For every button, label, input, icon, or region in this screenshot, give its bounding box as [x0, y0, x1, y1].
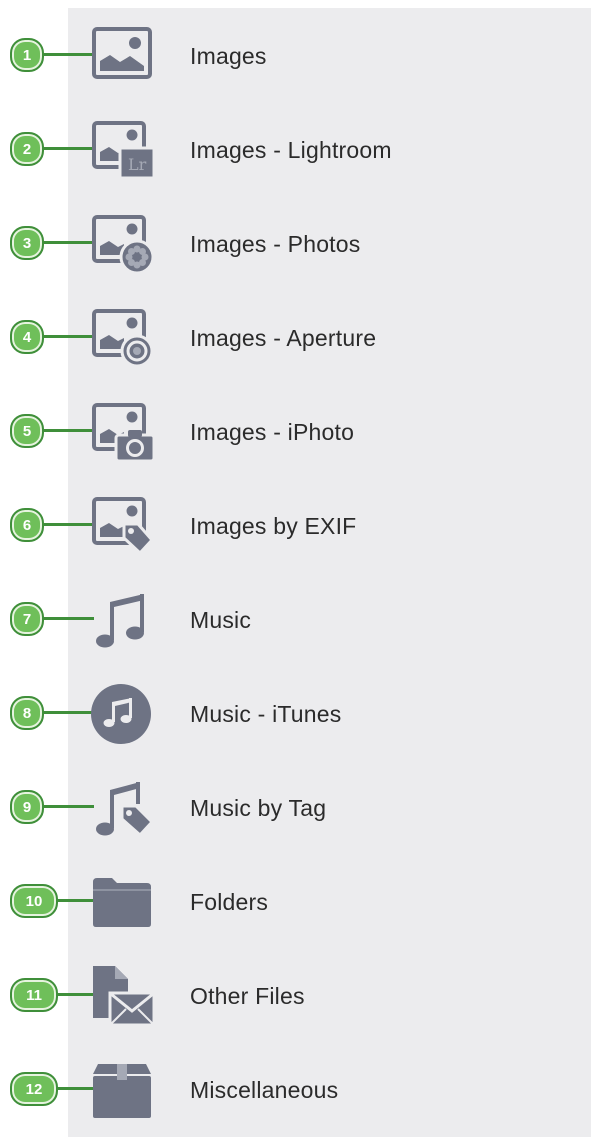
callout-leader: [42, 523, 94, 526]
callout-badge: 12: [10, 1072, 58, 1106]
callout-leader: [42, 241, 94, 244]
category-item-images-photos[interactable]: 3 Images - Photos: [0, 196, 591, 290]
other-files-icon: [90, 966, 156, 1026]
category-label: Images - Photos: [190, 231, 361, 257]
category-label: Music by Tag: [190, 795, 327, 821]
image-tag-icon: [90, 496, 156, 556]
aperture-image-icon: [90, 308, 156, 368]
callout-badge: 7: [10, 602, 44, 636]
callout-badge: 4: [10, 320, 44, 354]
callout-badge: 11: [10, 978, 58, 1012]
callout-leader: [42, 617, 94, 620]
music-note-icon: [90, 590, 156, 650]
callout-leader: [56, 1087, 94, 1090]
callout-leader: [42, 335, 94, 338]
category-label: Folders: [190, 889, 269, 915]
category-label: Music - iTunes: [190, 701, 342, 727]
category-item-folders[interactable]: 10 Folders: [0, 854, 591, 948]
callout-badge: 2: [10, 132, 44, 166]
callout-badge: 8: [10, 696, 44, 730]
category-label: Miscellaneous: [190, 1077, 339, 1103]
category-label: Music: [190, 607, 252, 633]
callout-leader: [56, 899, 94, 902]
callout-badge: 3: [10, 226, 44, 260]
callout-badge: 10: [10, 884, 58, 918]
category-item-images-by-exif[interactable]: 6 Images by EXIF: [0, 478, 591, 572]
category-item-other-files[interactable]: 11 Other Files: [0, 948, 591, 1042]
photos-image-icon: [90, 214, 156, 274]
category-label: Images - Aperture: [190, 325, 377, 351]
callout-badge: 1: [10, 38, 44, 72]
category-item-music-by-tag[interactable]: 9 Music by Tag: [0, 760, 591, 854]
category-label: Images: [190, 43, 267, 69]
category-item-images[interactable]: 1 Images: [0, 8, 591, 102]
callout-leader: [42, 429, 94, 432]
category-item-images-iphoto[interactable]: 5 Images - iPhoto: [0, 384, 591, 478]
category-item-images-aperture[interactable]: 4 Images - Aperture: [0, 290, 591, 384]
callout-badge: 9: [10, 790, 44, 824]
lightroom-image-icon: Lr: [90, 120, 156, 180]
category-label: Images - iPhoto: [190, 419, 355, 445]
category-label: Images by EXIF: [190, 513, 357, 539]
music-tag-icon: [90, 778, 156, 838]
callout-leader: [42, 53, 94, 56]
category-item-music[interactable]: 7 Music: [0, 572, 591, 666]
callout-leader: [42, 711, 94, 714]
folder-icon: [90, 872, 156, 932]
callout-badge: 6: [10, 508, 44, 542]
callout-leader: [42, 147, 94, 150]
category-label: Images - Lightroom: [190, 137, 392, 163]
callout-leader: [42, 805, 94, 808]
itunes-icon: [90, 684, 156, 744]
category-item-music-itunes[interactable]: 8 Music - iTunes: [0, 666, 591, 760]
iphoto-image-icon: [90, 402, 156, 462]
category-item-miscellaneous[interactable]: 12 Miscellaneous: [0, 1042, 591, 1136]
callout-leader: [56, 993, 94, 996]
callout-badge: 5: [10, 414, 44, 448]
box-icon: [90, 1060, 156, 1120]
category-label: Other Files: [190, 983, 305, 1009]
svg-text:Lr: Lr: [128, 155, 147, 174]
category-item-images-lightroom[interactable]: 2 Lr Images - Lightroom: [0, 102, 591, 196]
image-icon: [90, 26, 156, 86]
